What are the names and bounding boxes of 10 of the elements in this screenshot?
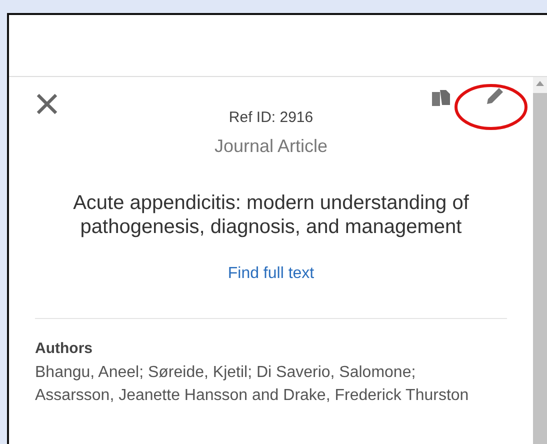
- reference-type: Journal Article: [213, 136, 329, 157]
- article-title: Acute appendicitis: modern understanding of pathogenesis, diagnosis, and management: [72, 191, 470, 239]
- copy-icon[interactable]: [431, 88, 451, 108]
- find-full-text-link[interactable]: Find full text: [228, 265, 314, 283]
- field-label: Authors: [35, 340, 94, 357]
- close-icon[interactable]: [35, 93, 59, 115]
- ref-id: Ref ID: 2916: [228, 109, 314, 126]
- authors-text: Bhangu, Aneel; Søreide, Kjetil; Di Saverio, Salomone; Assarsson, Jeanette Hansson and Drake, Frederick Thurston: [35, 363, 470, 406]
- pencil-icon[interactable]: [485, 86, 505, 106]
- scrollbar-thumb[interactable]: [533, 93, 547, 444]
